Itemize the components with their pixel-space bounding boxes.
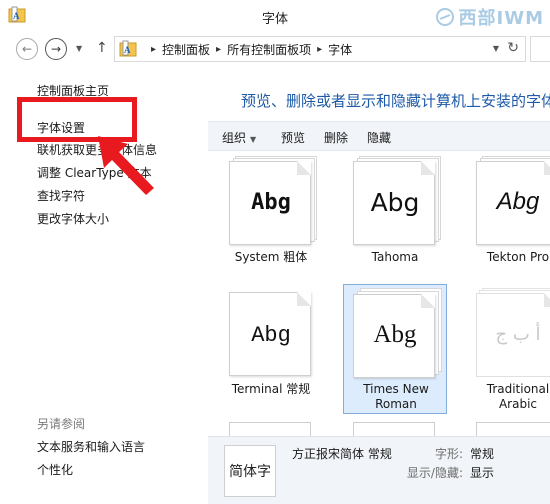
- navigation-bar: ← → ▼ ↑ A ▸ 控制面板 ▸ 所有控制面板项 ▸ 字体 ▼ ↻: [0, 34, 550, 64]
- organize-button[interactable]: 组织 ▼: [222, 129, 256, 146]
- delete-button[interactable]: 删除: [324, 129, 348, 146]
- font-tile-system[interactable]: Abg System 粗体: [219, 156, 323, 274]
- up-button[interactable]: ↑: [96, 40, 108, 56]
- page-fold-icon: [297, 292, 311, 306]
- font-name: System 粗体: [234, 250, 308, 264]
- watermark-logo: 西部IWM: [424, 6, 544, 29]
- recent-locations-dropdown[interactable]: ▼: [76, 44, 82, 53]
- page-fold-icon: [297, 161, 311, 175]
- svg-text:A: A: [124, 45, 131, 55]
- watermark-icon: [435, 8, 454, 26]
- hide-button[interactable]: 隐藏: [367, 129, 391, 146]
- arrow-right-icon: →: [50, 42, 62, 56]
- preview-button[interactable]: 预览: [281, 129, 305, 146]
- selected-font-name: 方正报宋简体 常规: [292, 447, 392, 461]
- font-preview-page: Abg: [476, 161, 550, 245]
- sidebar-link-personalization[interactable]: 个性化: [37, 461, 73, 478]
- font-preview-page: أ ب ج: [476, 293, 550, 377]
- title-bar: A 字体 西部IWM: [0, 0, 550, 32]
- selected-font-thumbnail: 简体字: [224, 445, 276, 497]
- sidebar-link-change-font-size[interactable]: 更改字体大小: [37, 210, 109, 227]
- font-name: Tekton Pro: [486, 250, 550, 264]
- font-name: Traditional Arabic: [486, 382, 550, 411]
- page-heading: 预览、删除或者显示和隐藏计算机上安装的字体: [241, 92, 550, 110]
- search-input[interactable]: [530, 36, 550, 62]
- sidebar-link-text-services[interactable]: 文本服务和输入语言: [37, 438, 145, 455]
- address-dropdown-icon[interactable]: ▼: [493, 44, 499, 53]
- font-sample: أ ب ج: [495, 324, 541, 345]
- fonts-folder-icon: A: [119, 40, 137, 57]
- page-fold-icon: [421, 294, 435, 308]
- command-bar: 组织 ▼ 预览 删除 隐藏: [208, 121, 550, 151]
- watermark-text: 西部IWM: [458, 8, 544, 29]
- organize-label: 组织: [222, 131, 247, 145]
- forward-button[interactable]: →: [45, 38, 67, 60]
- font-preview-page: Abg: [229, 292, 311, 376]
- font-tile-traditional-arabic[interactable]: أ ب ج Traditional Arabic: [466, 286, 550, 411]
- address-bar[interactable]: A ▸ 控制面板 ▸ 所有控制面板项 ▸ 字体 ▼ ↻: [114, 36, 526, 62]
- breadcrumb-chevron-icon[interactable]: ▸: [216, 44, 221, 55]
- breadcrumb-chevron-icon[interactable]: ▸: [151, 44, 156, 55]
- font-style-label: 字形:: [434, 447, 463, 461]
- font-tile-terminal[interactable]: Abg Terminal 常规: [219, 286, 323, 410]
- font-sample: Abg: [373, 321, 417, 348]
- font-sample: Abg: [251, 323, 291, 348]
- font-name: Tahoma: [371, 250, 419, 264]
- breadcrumb-control-panel[interactable]: 控制面板: [162, 41, 210, 58]
- arrow-left-icon: ←: [21, 42, 33, 56]
- font-tile-tahoma[interactable]: Abg Tahoma: [343, 156, 447, 274]
- see-also-heading: 另请参阅: [37, 417, 86, 431]
- font-style-value: 常规: [470, 447, 495, 461]
- font-preview-page: Abg: [353, 294, 435, 378]
- font-name: Times New Roman: [363, 382, 429, 411]
- chevron-down-icon: ▼: [250, 135, 257, 144]
- red-arrow-icon: [98, 136, 154, 195]
- details-pane: 简体字 方正报宋简体 常规 字形: 常规 显示/隐藏: 显示: [208, 436, 550, 504]
- font-preview-page: Abg: [229, 161, 311, 245]
- visibility-label: 显示/隐藏:: [406, 466, 463, 480]
- font-tile-tekton-pro[interactable]: Abg Tekton Pro: [466, 156, 550, 274]
- sidebar-link-find-character[interactable]: 查找字符: [37, 187, 85, 204]
- font-sample: Abg: [251, 190, 291, 215]
- font-tile-times-new-roman[interactable]: Abg Times New Roman: [343, 284, 447, 414]
- font-sample: Abg: [496, 188, 540, 215]
- refresh-icon[interactable]: ↻: [507, 40, 519, 56]
- page-fold-icon: [544, 293, 550, 307]
- visibility-value: 显示: [470, 466, 495, 480]
- page-fold-icon: [544, 161, 550, 175]
- font-sample: Abg: [370, 188, 420, 217]
- back-button[interactable]: ←: [16, 38, 38, 60]
- font-preview-page: Abg: [353, 161, 435, 245]
- page-fold-icon: [421, 161, 435, 175]
- breadcrumb-fonts[interactable]: 字体: [328, 41, 352, 58]
- breadcrumb-chevron-icon[interactable]: ▸: [317, 44, 322, 55]
- breadcrumb-all-items[interactable]: 所有控制面板项: [227, 41, 311, 58]
- font-name: Terminal 常规: [231, 382, 311, 396]
